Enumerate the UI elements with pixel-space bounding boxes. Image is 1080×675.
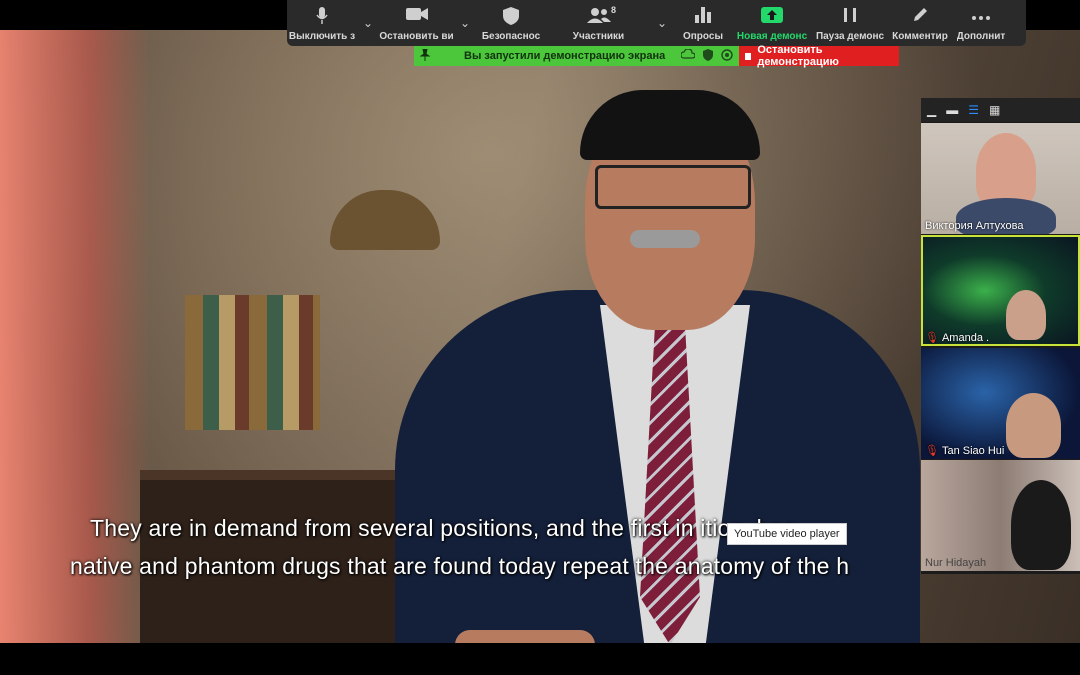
stop-video-label: Остановить ви (379, 31, 454, 42)
audio-options-chevron-icon[interactable]: ⌄ (357, 0, 379, 46)
microphone-icon (316, 7, 328, 29)
participant-name: 🎙 Tan Siao Hui (925, 445, 1005, 457)
polls-icon (695, 7, 711, 27)
polls-label: Опросы (682, 31, 723, 42)
shield-icon[interactable] (703, 48, 713, 64)
annotate-pen-icon (912, 7, 928, 27)
gallery-view-controls: ▁ ▬ ☰ ▦ (921, 98, 1080, 122)
cloud-icon[interactable] (680, 47, 696, 64)
muted-mic-icon: 🎙 (925, 332, 939, 344)
participants-button[interactable]: 8 Участники (546, 0, 651, 46)
more-icon (971, 7, 991, 25)
single-view-icon[interactable]: ▬ (946, 103, 958, 117)
screen-share-banner: Вы запустили демонстрацию экрана Останов… (414, 44, 899, 68)
participant-name: Виктория Алтухова (925, 220, 1024, 232)
more-label: Дополнит (956, 31, 1006, 42)
participant-video (1011, 480, 1071, 570)
stop-share-label: Остановить демонстрацию (757, 44, 839, 68)
signal-icon[interactable] (721, 48, 733, 64)
participant-video (976, 133, 1036, 208)
share-status: Вы запустили демонстрацию экрана (414, 46, 739, 66)
participant-tile[interactable]: 🎙 Tan Siao Hui (921, 348, 1080, 459)
stop-square-icon (745, 52, 752, 60)
shared-screen-video[interactable] (0, 30, 1080, 643)
participant-name: Nur Hidayah (925, 557, 987, 569)
minimize-icon[interactable]: ▁ (927, 103, 936, 117)
participants-count-badge: 8 (611, 5, 617, 15)
meeting-toolbar: Выключить з ⌄ Остановить ви ⌄ Безопаснос… (287, 0, 1026, 46)
security-button[interactable]: Безопаснос (476, 0, 546, 46)
security-shield-icon (503, 7, 519, 29)
polls-button[interactable]: Опросы (673, 0, 733, 46)
stop-share-button[interactable]: Остановить демонстрацию (739, 44, 899, 68)
share-status-text: Вы запустили демонстрацию экрана (464, 50, 666, 62)
books (185, 295, 320, 430)
participant-gallery: ▁ ▬ ☰ ▦ Виктория Алтухова 🎙 Amanda . 🎙 Tan… (921, 98, 1080, 574)
pin-icon[interactable] (419, 48, 431, 64)
security-label: Безопаснос (481, 31, 541, 42)
muted-mic-icon: 🎙 (925, 445, 939, 457)
skeleton-model (0, 30, 150, 643)
stop-video-button[interactable]: Остановить ви (379, 0, 454, 46)
pause-share-label: Пауза демонс (815, 31, 885, 42)
pause-icon (843, 7, 857, 27)
participant-video (1006, 290, 1046, 340)
participant-tile[interactable]: Nur Hidayah (921, 460, 1080, 571)
mute-label: Выключить з (288, 31, 356, 42)
participant-tile-active-speaker[interactable]: 🎙 Amanda . (921, 235, 1080, 346)
video-options-chevron-icon[interactable]: ⌄ (454, 0, 476, 46)
youtube-player-tooltip: YouTube video player (727, 523, 847, 545)
participant-name: 🎙 Amanda . (925, 332, 990, 344)
participant-video (1006, 393, 1061, 458)
annotate-button[interactable]: Комментир (889, 0, 951, 46)
video-camera-icon (405, 7, 428, 25)
annotate-label: Комментир (892, 31, 948, 42)
participants-options-chevron-icon[interactable]: ⌄ (651, 0, 673, 46)
new-share-label: Новая демонс (736, 31, 808, 42)
grid-view-icon[interactable]: ▦ (989, 103, 1000, 117)
new-share-icon (761, 7, 783, 27)
participants-icon (586, 7, 611, 27)
pause-share-button[interactable]: Пауза демонс (811, 0, 889, 46)
participant-tile[interactable]: Виктория Алтухова (921, 123, 1080, 234)
strip-view-icon[interactable]: ☰ (968, 103, 979, 117)
new-share-button[interactable]: Новая демонс (733, 0, 811, 46)
more-button[interactable]: Дополнит (951, 0, 1011, 46)
participants-label: Участники (572, 31, 625, 42)
mute-button[interactable]: Выключить з (287, 0, 357, 46)
